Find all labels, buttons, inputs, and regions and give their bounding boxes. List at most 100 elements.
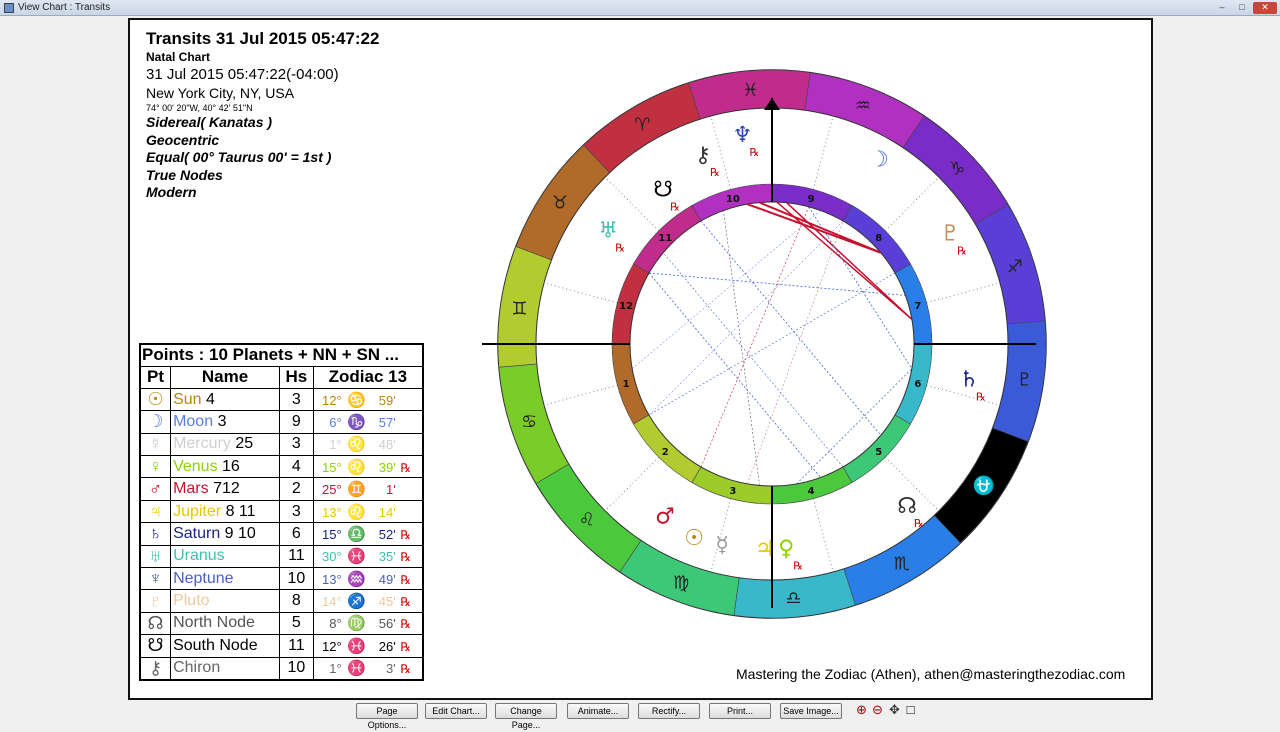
edit-chart-button[interactable]: Edit Chart... [425,703,487,719]
zodiac-sign-icon: ♒ [855,96,871,117]
column-header-name: Name [170,365,281,389]
table-row[interactable]: ♅ Uranus 11 30° ♓ 35' ℞ [139,544,424,569]
chart-location: New York City, NY, USA [146,85,295,101]
change-page-button[interactable]: Change Page... [495,703,557,730]
page-options-button[interactable]: Page Options... [356,703,418,730]
retrograde-label: ℞ [914,517,924,530]
column-header-hs: Hs [279,365,314,389]
fit-icon[interactable]: □ [903,703,918,718]
house-number: 4 [808,486,815,497]
planet-glyph-icon: ♅ [598,218,618,243]
house-number: 10 [726,194,740,205]
planet-glyph-icon: ♀ [778,537,794,562]
planet-glyph-icon: ♅ [139,544,172,569]
table-row[interactable]: ♂ Mars 712 2 25° ♊ 1' [139,477,424,501]
table-row[interactable]: ☿ Mercury 25 3 1° ♌ 48' [139,432,424,457]
retrograde-label: ℞ [615,241,625,254]
pan-icon[interactable]: ✥ [887,703,902,718]
zodiac-cell: 13° ♌ 14' [312,499,424,524]
planet-name-cell: Chiron [170,656,281,681]
table-row[interactable]: ♃ Jupiter 8 11 3 13° ♌ 14' [139,499,424,524]
zodiac-sign-icon: ♐ [1007,256,1023,277]
zodiac-cell: 25° ♊ 1' [312,477,424,501]
table-row[interactable]: ☊ North Node 5 8° ♍ 56' ℞ [139,611,424,636]
table-row[interactable]: ♀ Venus 16 4 15° ♌ 39' ℞ [139,455,424,479]
chart-coordinates: 74° 00' 20"W, 40° 42' 51"N [146,103,253,113]
table-row[interactable]: ♆ Neptune 10 13° ♒ 49' ℞ [139,567,424,591]
chart-header: Transits 31 Jul 2015 05:47:22 Natal Char… [146,28,379,202]
planet-glyph-icon: ☿ [715,533,729,558]
chart-wheel-container[interactable]: ♒ ♑ ♐ ♇ ⛎ ♏ ♎ ♍ ♌ ♋ ♊ ♉ ♈ ♓ 1 2 3 4 5 6 7 8 9 10 11 12 ♆ ℞ ⚷ ℞ ☋ ℞ ☽ ♇ ℞ ♄ ℞… [443,50,1064,642]
print-button[interactable]: Print... [709,703,771,719]
chart-subtitle: Natal Chart [146,50,211,64]
zodiac-sign-icon: ♎ [786,588,802,609]
column-header-zodiac: Zodiac 13 [312,365,424,389]
planet-glyph-icon: ☊ [897,494,917,519]
planet-glyph-icon: ☊ [139,611,172,636]
house-cell: 3 [279,387,314,412]
house-number: 6 [914,379,921,390]
house-cell: 8 [279,589,314,613]
zodiac-cell: 6° ♑ 57' [312,410,424,434]
zodiac-sign-icon: ♌ [579,509,595,530]
planet-name-cell: Saturn 9 10 [170,522,281,546]
planet-glyph-icon: ♄ [139,522,172,546]
house-number: 8 [875,233,882,244]
chart-title: Transits 31 Jul 2015 05:47:22 [146,29,380,48]
planet-glyph-icon: ♀ [139,455,172,479]
planet-glyph-icon: ⚷ [695,143,711,168]
maximize-button[interactable]: □ [1233,2,1251,14]
house-number: 7 [914,301,921,312]
points-table-caption: Points : 10 Planets + NN + SN ... [139,343,424,367]
retrograde-label: ℞ [750,146,760,159]
minimize-button[interactable]: – [1213,2,1231,14]
house-number: 1 [623,379,630,390]
table-row[interactable]: ☋ South Node 11 12° ♓ 26' ℞ [139,634,424,658]
bottom-toolbar: Page Options... Edit Chart... Change Pag… [0,701,1280,730]
close-button[interactable]: ✕ [1253,2,1277,14]
zoom-in-icon[interactable]: ⊕ [854,703,869,718]
planet-name-cell: Mars 712 [170,477,281,501]
chart-page: Transits 31 Jul 2015 05:47:22 Natal Char… [128,18,1153,700]
table-row[interactable]: ☽ Moon 3 9 6° ♑ 57' [139,410,424,434]
points-table: Points : 10 Planets + NN + SN ... Pt Nam… [139,343,424,681]
planet-glyph-icon: ♇ [940,222,960,247]
house-cell: 9 [279,410,314,434]
window-title: View Chart : Transits [18,2,111,13]
house-cell: 10 [279,567,314,591]
table-row[interactable]: ♇ Pluto 8 14° ♐ 45' ℞ [139,589,424,613]
animate-button[interactable]: Animate... [567,703,629,719]
chart-footer: Mastering the Zodiac (Athen), athen@mast… [736,666,1126,682]
table-row[interactable]: ☉ Sun 4 3 12° ♋ 59' [139,387,424,412]
house-number: 11 [658,233,672,244]
chart-nodes: True Nodes [146,166,223,183]
table-row[interactable]: ♄ Saturn 9 10 6 15° ♎ 52' ℞ [139,522,424,546]
table-row[interactable]: ⚷ Chiron 10 1° ♓ 3' ℞ [139,656,424,681]
zodiac-sign-icon: ♓ [742,80,758,101]
zodiac-cell: 1° ♓ 3' ℞ [312,656,424,681]
planet-name-cell: Neptune [170,567,281,591]
save-image-button[interactable]: Save Image... [780,703,842,719]
planet-glyph-icon: ☽ [139,410,172,434]
house-number: 2 [662,447,669,458]
house-number: 12 [619,301,633,312]
chart-centric: Geocentric [146,131,220,148]
planet-name-cell: Sun 4 [170,387,281,412]
zoom-out-icon[interactable]: ⊖ [870,703,885,718]
planet-glyph-icon: ♆ [139,567,172,591]
planet-glyph-icon: ☉ [684,526,704,551]
zodiac-cell: 8° ♍ 56' ℞ [312,611,424,636]
planet-glyph-icon: ♆ [733,123,753,148]
zodiac-cell: 15° ♌ 39' ℞ [312,455,424,479]
chart-wheel[interactable]: ♒♑♐♇⛎♏♎♍♌♋♊♉♈♓123 456789101112♆℞⚷℞☋℞☽♇℞♄℞… [443,50,1064,642]
planet-glyph-icon: ♃ [139,499,172,524]
retrograde-label: ℞ [957,245,967,258]
window-titlebar: View Chart : Transits – □ ✕ [0,0,1280,16]
app-icon [4,3,14,13]
rectify-button[interactable]: Rectify... [638,703,700,719]
zodiac-cell: 12° ♓ 26' ℞ [312,634,424,658]
planet-glyph-icon: ☉ [139,387,172,412]
planet-name-cell: North Node [170,611,281,636]
planet-glyph-icon: ☽ [869,148,889,173]
house-number: 3 [729,486,736,497]
